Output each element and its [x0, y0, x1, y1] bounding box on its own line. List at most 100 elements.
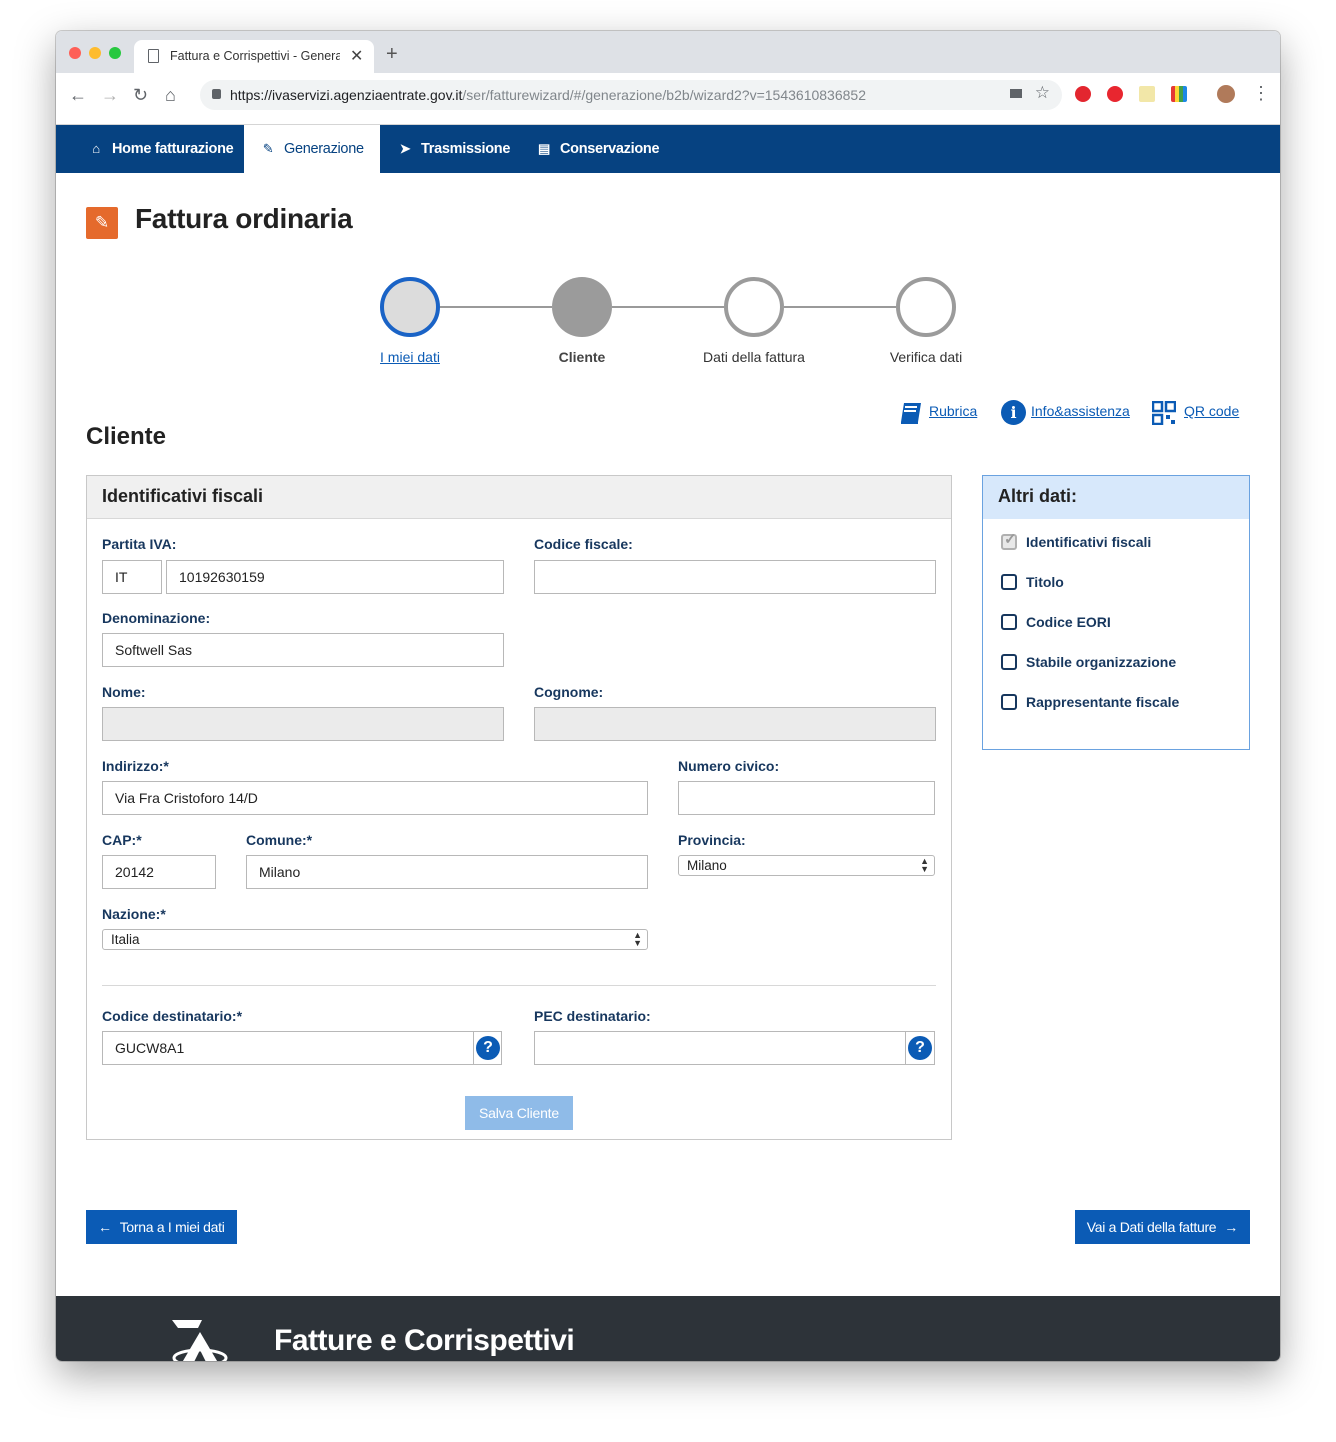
provincia-value: Milano	[687, 858, 727, 873]
go-to-invoice-data-button[interactable]: Vai a Dati della fatture →	[1074, 1210, 1250, 1244]
section-title: Cliente	[86, 423, 167, 450]
home-icon: ⌂	[92, 141, 100, 156]
lock-icon	[212, 89, 221, 99]
codice-fiscale-input[interactable]	[534, 560, 936, 594]
maximize-window-button[interactable]	[109, 47, 121, 59]
back-arrow-icon[interactable]: ←	[69, 85, 87, 106]
step-2-circle	[552, 277, 612, 337]
step-4-circle	[896, 277, 956, 337]
nav-item-generazione[interactable]: ✎ Generazione	[244, 125, 380, 173]
tab-title: Fattura e Corrispettivi - Genera	[170, 49, 340, 63]
footer: Fatture e Corrispettivi	[56, 1296, 1280, 1361]
help-icon[interactable]: ?	[476, 1036, 500, 1060]
step-1-label[interactable]: I miei dati	[330, 349, 490, 365]
denominazione-input[interactable]: Softwell Sas	[102, 633, 504, 667]
color-extension-icon[interactable]	[1171, 86, 1187, 102]
reload-icon[interactable]: ↻	[133, 85, 148, 106]
edit-icon: ✎	[86, 207, 118, 239]
partita-iva-label: Partita IVA:	[102, 536, 177, 552]
partita-iva-input[interactable]: 10192630159	[166, 560, 504, 594]
select-arrows-icon: ▲ ▼	[920, 856, 929, 874]
book-icon	[901, 403, 921, 424]
info-icon: i	[1001, 400, 1026, 425]
help-icon[interactable]: ?	[908, 1036, 932, 1060]
agenzia-entrate-logo	[172, 1320, 228, 1361]
close-window-button[interactable]	[69, 47, 81, 59]
main-nav: ⌂ Home fatturazione ✎ Generazione ➤ Trasmis…	[56, 125, 1280, 173]
stepper-line	[784, 306, 896, 308]
altri-dati-panel: Altri dati: ✓ Identificativi fiscali Tito…	[982, 475, 1250, 750]
cap-input[interactable]: 20142	[102, 855, 216, 889]
new-tab-button[interactable]: +	[386, 43, 398, 66]
nome-label: Nome:	[102, 684, 146, 700]
qr-code-icon	[1152, 401, 1176, 425]
numero-civico-label: Numero civico:	[678, 758, 780, 774]
comune-label: Comune:*	[246, 832, 313, 848]
indirizzo-label: Indirizzo:*	[102, 758, 169, 774]
cognome-label: Cognome:	[534, 684, 604, 700]
step-2-label: Cliente	[558, 349, 606, 365]
nav-item-home[interactable]: ⌂ Home fatturazione	[89, 125, 233, 173]
lightning-extension-icon[interactable]	[1139, 86, 1155, 102]
codice-destinatario-input[interactable]: GUCW8A1	[102, 1031, 502, 1065]
cap-label: CAP:*	[102, 832, 142, 848]
step-3-label: Dati della fattura	[703, 349, 805, 365]
minimize-window-button[interactable]	[89, 47, 101, 59]
browser-menu-icon[interactable]: ⋮	[1252, 83, 1270, 104]
step-1-circle[interactable]	[380, 277, 440, 337]
address-bar[interactable]: https://ivaservizi.agenziaentrate.gov.it…	[200, 80, 1062, 110]
option-titolo[interactable]: Titolo	[1001, 574, 1064, 590]
nav-item-conservazione[interactable]: ▤ Conservazione	[537, 125, 660, 173]
browser-tab[interactable]: Fattura e Corrispettivi - Genera ✕	[134, 40, 374, 73]
help-separator	[905, 1031, 906, 1065]
pec-input[interactable]	[534, 1031, 935, 1065]
page-icon	[148, 49, 159, 63]
nazione-value: Italia	[111, 932, 140, 947]
identificativi-panel: Identificativi fiscali Partita IVA: IT 1…	[86, 475, 952, 1140]
arrow-right-icon: →	[1224, 1219, 1238, 1235]
cognome-input	[534, 707, 936, 741]
option-stabile-organizzazione[interactable]: Stabile organizzazione	[1001, 654, 1176, 670]
nome-input	[102, 707, 504, 741]
checkbox-icon	[1001, 614, 1017, 630]
step-3-circle	[724, 277, 784, 337]
select-arrows-icon: ▲ ▼	[633, 930, 642, 948]
numero-civico-input[interactable]	[678, 781, 935, 815]
panel-title: Identificativi fiscali	[87, 476, 951, 519]
bookmark-star-icon[interactable]: ☆	[1035, 83, 1050, 103]
option-identificativi-fiscali[interactable]: ✓ Identificativi fiscali	[1001, 531, 1151, 550]
profile-avatar[interactable]	[1217, 85, 1235, 103]
nazione-select[interactable]: Italia ▲ ▼	[102, 929, 648, 950]
pencil-icon: ✎	[262, 141, 274, 156]
checkbox-icon	[1001, 694, 1017, 710]
camera-icon[interactable]	[1010, 89, 1022, 98]
home-browser-icon[interactable]: ⌂	[165, 85, 176, 106]
nav-item-trasmissione[interactable]: ➤ Trasmissione	[398, 125, 511, 173]
stepper-line	[440, 306, 552, 308]
option-rappresentante-fiscale[interactable]: Rappresentante fiscale	[1001, 694, 1179, 710]
back-to-my-data-button[interactable]: ← Torna a I miei dati	[86, 1210, 237, 1244]
close-tab-icon[interactable]: ✕	[350, 46, 363, 66]
provincia-select[interactable]: Milano ▲ ▼	[678, 855, 935, 876]
archive-icon: ▤	[538, 141, 550, 156]
codice-destinatario-label: Codice destinatario:*	[102, 1008, 243, 1024]
altri-dati-title: Altri dati:	[983, 476, 1249, 519]
adblock-extension-icon[interactable]	[1107, 86, 1123, 102]
browser-toolbar: ← → ↻ ⌂ https://ivaservizi.agenziaentrat…	[56, 73, 1280, 125]
checkbox-checked-icon: ✓	[1001, 531, 1017, 550]
forward-arrow-icon[interactable]: →	[101, 85, 119, 106]
partita-iva-country-input[interactable]: IT	[102, 560, 162, 594]
footer-title: Fatture e Corrispettivi	[274, 1324, 575, 1357]
tab-strip: Fattura e Corrispettivi - Genera ✕ +	[56, 31, 1280, 73]
arrow-left-icon: ←	[98, 1219, 112, 1235]
comune-input[interactable]: Milano	[246, 855, 648, 889]
indirizzo-input[interactable]: Via Fra Cristoforo 14/D	[102, 781, 648, 815]
save-client-button[interactable]: Salva Cliente	[465, 1096, 573, 1130]
codice-fiscale-label: Codice fiscale:	[534, 536, 633, 552]
form-divider	[102, 985, 936, 986]
opera-extension-icon[interactable]	[1075, 86, 1091, 102]
pec-label: PEC destinatario:	[534, 1008, 651, 1024]
url-text: https://ivaservizi.agenziaentrate.gov.it…	[230, 87, 866, 103]
provincia-label: Provincia:	[678, 832, 746, 848]
option-codice-eori[interactable]: Codice EORI	[1001, 614, 1111, 630]
